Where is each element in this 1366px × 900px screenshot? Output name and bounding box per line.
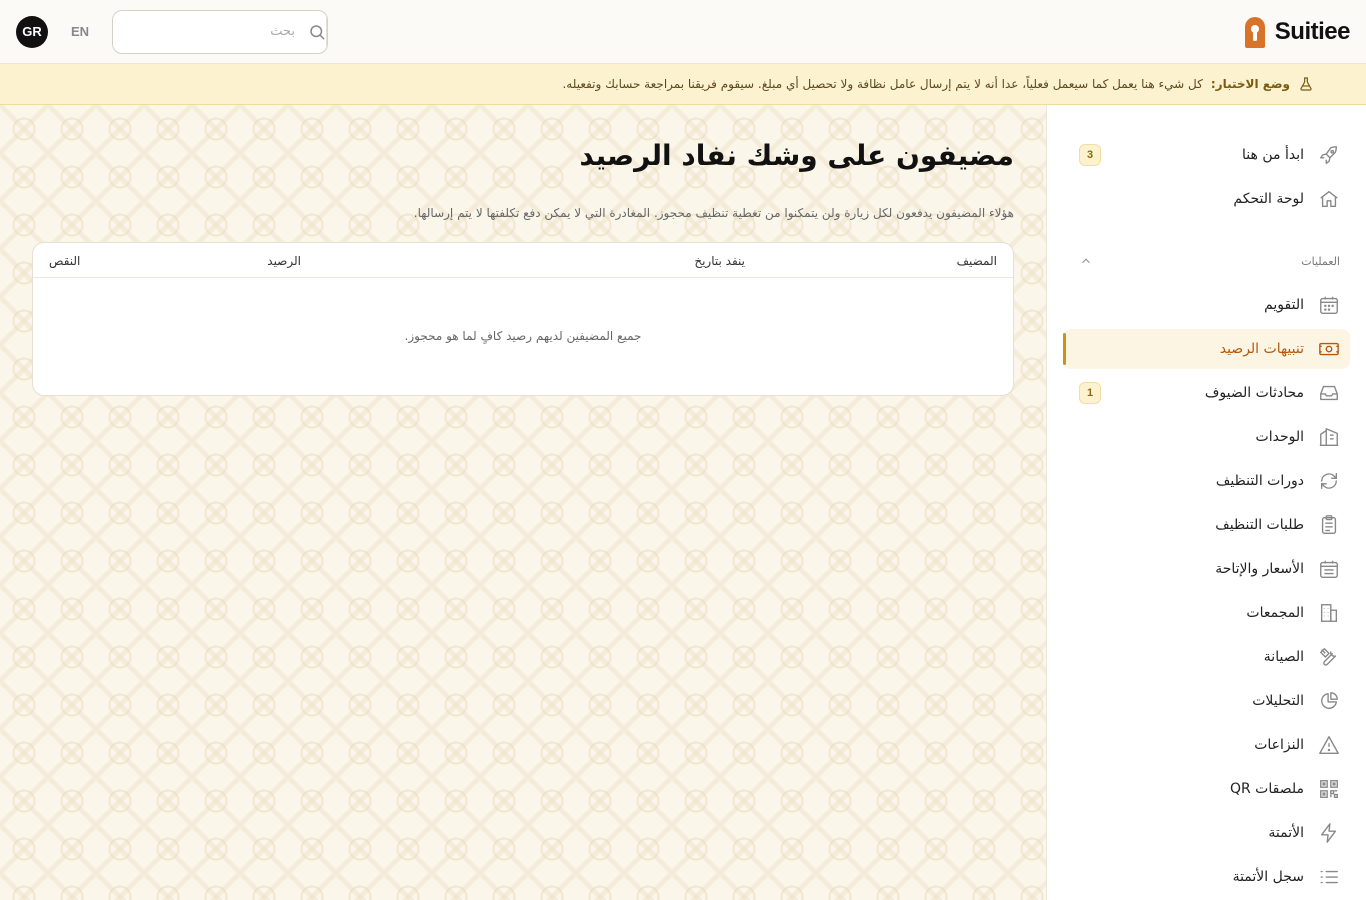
test-mode-banner: وضع الاختبار: كل شيء هنا يعمل كما سيعمل … <box>0 64 1366 105</box>
main-content: مضيفون على وشك نفاد الرصيد هؤلاء المضيفو… <box>0 105 1046 900</box>
bolt-icon <box>1318 822 1340 844</box>
sidebar-item-label: لوحة التحكم <box>1233 191 1304 207</box>
column-host[interactable]: المضيف <box>957 254 997 268</box>
pie-chart-icon <box>1318 690 1340 712</box>
sidebar-item-cleaning-cycles[interactable]: دورات التنظيف <box>1069 461 1350 501</box>
inbox-icon <box>1318 382 1340 404</box>
banner-title: وضع الاختبار: <box>1210 77 1290 91</box>
avatar[interactable]: GR <box>16 15 48 48</box>
sidebar-item-label: الأتمتة <box>1268 825 1304 841</box>
sidebar-item-label: الوحدات <box>1255 429 1304 445</box>
sidebar: ابدأ من هنا 3 لوحة التحكم العمليات التقو… <box>1046 105 1366 900</box>
tools-icon <box>1318 646 1340 668</box>
app-logo[interactable]: Suitiee <box>1241 15 1351 49</box>
sidebar-item-label: ملصقات QR <box>1229 781 1304 797</box>
sidebar-item-start-here[interactable]: ابدأ من هنا 3 <box>1069 135 1350 175</box>
search-input[interactable] <box>113 10 307 53</box>
sidebar-item-label: المجمعات <box>1246 605 1304 621</box>
sidebar-item-pricing-availability[interactable]: الأسعار والإتاحة <box>1069 549 1350 589</box>
section-operations-header[interactable]: العمليات <box>1069 241 1350 281</box>
flask-icon <box>1298 76 1314 92</box>
sidebar-item-automation-log[interactable]: سجل الأتمتة <box>1069 857 1350 897</box>
chevron-up-icon <box>1082 258 1090 264</box>
column-balance[interactable]: الرصيد <box>267 254 301 268</box>
building-icon <box>1318 426 1340 448</box>
sidebar-item-balance-alerts[interactable]: تنبيهات الرصيد <box>1063 329 1350 369</box>
sidebar-item-calendar[interactable]: التقويم <box>1069 285 1350 325</box>
column-depletes-on[interactable]: ينفد بتاريخ <box>694 254 745 268</box>
sidebar-item-dashboard[interactable]: لوحة التحكم <box>1069 179 1350 219</box>
sidebar-item-complexes[interactable]: المجمعات <box>1069 593 1350 633</box>
sidebar-item-maintenance[interactable]: الصيانة <box>1069 637 1350 677</box>
sidebar-item-label: محادثات الضيوف <box>1204 385 1304 401</box>
banner-message: كل شيء هنا يعمل كما سيعمل فعلياً، عدا أن… <box>562 77 1203 91</box>
count-badge: 3 <box>1079 144 1101 166</box>
language-switch[interactable]: EN <box>60 24 100 39</box>
sidebar-item-label: الصيانة <box>1263 649 1304 665</box>
column-shortfall[interactable]: النقص <box>49 254 80 268</box>
sidebar-item-label: النزاعات <box>1254 737 1304 753</box>
table-header: المضيف ينفد بتاريخ الرصيد النقص <box>33 243 1013 278</box>
qr-icon <box>1318 778 1340 800</box>
sidebar-item-label: طلبات التنظيف <box>1215 517 1304 533</box>
sidebar-item-label: ابدأ من هنا <box>1242 147 1304 163</box>
empty-state-message: جميع المضيفين لديهم رصيد كافٍ لما هو محج… <box>404 329 642 343</box>
rocket-icon <box>1318 144 1340 166</box>
home-icon <box>1318 188 1340 210</box>
search-button[interactable] <box>307 10 327 53</box>
sidebar-item-disputes[interactable]: النزاعات <box>1069 725 1350 765</box>
keyhole-logo-icon <box>1244 16 1265 48</box>
sidebar-item-cleaning-requests[interactable]: طلبات التنظيف <box>1069 505 1350 545</box>
page-title: مضيفون على وشك نفاد الرصيد <box>579 139 1014 172</box>
warning-icon <box>1318 734 1340 756</box>
count-badge: 1 <box>1079 382 1101 404</box>
sidebar-item-units[interactable]: الوحدات <box>1069 417 1350 457</box>
search-box <box>112 9 328 54</box>
office-icon <box>1318 602 1340 624</box>
sidebar-item-label: التقويم <box>1264 297 1304 313</box>
list-icon <box>1318 866 1340 888</box>
sidebar-item-label: الأسعار والإتاحة <box>1215 561 1304 577</box>
section-label: العمليات <box>1301 254 1340 268</box>
top-header: GR EN Suitiee <box>0 0 1366 64</box>
logo-text: Suitiee <box>1274 17 1351 45</box>
refresh-icon <box>1318 470 1340 492</box>
money-icon <box>1318 338 1340 360</box>
sidebar-item-guest-conversations[interactable]: محادثات الضيوف 1 <box>1069 373 1350 413</box>
sidebar-item-label: سجل الأتمتة <box>1232 869 1304 885</box>
sidebar-item-label: دورات التنظيف <box>1215 473 1304 489</box>
sidebar-item-qr-stickers[interactable]: ملصقات QR <box>1069 769 1350 809</box>
calendar-icon <box>1318 294 1340 316</box>
sidebar-item-automation[interactable]: الأتمتة <box>1069 813 1350 853</box>
sidebar-item-label: تنبيهات الرصيد <box>1219 341 1304 357</box>
calendar-grid-icon <box>1318 558 1340 580</box>
clipboard-icon <box>1318 514 1340 536</box>
balance-table-card: المضيف ينفد بتاريخ الرصيد النقص جميع الم… <box>32 242 1014 396</box>
search-icon <box>309 24 324 39</box>
page-description: هؤلاء المضيفون يدفعون لكل زيارة ولن يتمك… <box>413 206 1014 220</box>
sidebar-item-analytics[interactable]: التحليلات <box>1069 681 1350 721</box>
header-left-group: GR EN <box>16 9 328 54</box>
sidebar-item-label: التحليلات <box>1252 693 1304 709</box>
